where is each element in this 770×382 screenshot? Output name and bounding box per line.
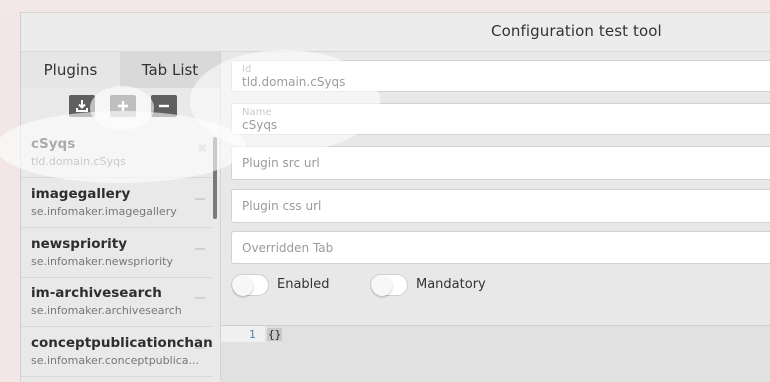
plugin-list-item[interactable]: conceptpublicationchannel se.infomaker.c… [21,327,212,377]
minus-icon[interactable] [195,347,205,349]
plus-icon [118,101,128,111]
add-plugin-button[interactable] [110,95,136,117]
plugin-id: tld.domain.cSyqs [31,155,126,168]
overridden-tab-field [231,231,770,264]
remove-plugin-button[interactable] [151,95,177,117]
minus-icon[interactable] [195,198,205,200]
line-number: 1 [249,328,256,341]
plugin-css-url-input[interactable] [232,190,770,222]
overridden-tab-input[interactable] [232,232,770,263]
plugin-list-item[interactable]: newspriority se.infomaker.newspriority [21,228,212,278]
plugin-id: se.infomaker.conceptpublica... [31,354,200,367]
plugin-name: newspriority [31,236,128,252]
id-value: tld.domain.cSyqs [242,75,346,89]
tab-tab-list[interactable]: Tab List [120,52,220,88]
plugin-name: im-archivesearch [31,285,162,301]
page-title: Configuration test tool [491,22,662,40]
json-editor[interactable]: 1 {} [221,325,770,382]
plugin-name: conceptpublicationchannel [31,335,212,351]
top-strip [0,0,770,12]
id-label: Id [242,64,252,75]
plugins-panel: Plugins Tab List cSyqs tld.domain.cSyqs … [21,52,221,381]
name-value: cSyqs [242,118,278,132]
name-label: Name [242,107,272,118]
plugin-list-item[interactable]: imagegallery se.infomaker.imagegallery [21,178,212,228]
mandatory-label: Mandatory [416,277,486,292]
enabled-toggle-track [231,274,269,296]
plugin-src-url-input[interactable] [232,147,770,179]
editor-code[interactable]: {} [267,328,283,341]
plugin-toolbar [21,88,220,128]
plugin-id: se.infomaker.archivesearch [31,304,182,317]
plugin-list: cSyqs tld.domain.cSyqs ✖ imagegallery se… [21,128,212,381]
plugin-name: imagegallery [31,186,131,202]
minus-icon[interactable] [195,248,205,250]
plugin-list-item[interactable]: im-archivesearch se.infomaker.archivesea… [21,277,212,327]
plugin-id: se.infomaker.newspriority [31,255,173,268]
tab-plugins[interactable]: Plugins [21,52,120,88]
plugin-editor-panel: Id tld.domain.cSyqs Name cSyqs Enabled M… [221,52,770,382]
editor-gutter [221,326,265,342]
header-bar: Configuration test tool [21,13,770,52]
close-icon[interactable]: ✖ [197,142,208,157]
enabled-label: Enabled [277,277,330,292]
list-scrollbar[interactable] [213,137,217,219]
minus-icon[interactable] [195,297,205,299]
mandatory-toggle[interactable]: Mandatory [370,274,500,298]
toggle-knob [372,276,392,296]
enabled-toggle[interactable]: Enabled [231,274,341,298]
name-field[interactable]: Name cSyqs [231,103,770,135]
toggle-knob [233,276,253,296]
src-url-field [231,146,770,180]
plugin-name: cSyqs [31,136,76,152]
id-field[interactable]: Id tld.domain.cSyqs [231,60,770,92]
plugin-id: se.infomaker.imagegallery [31,205,177,218]
download-button[interactable] [69,95,95,117]
css-url-field [231,189,770,223]
minus-icon [159,104,169,108]
download-icon [76,100,88,112]
plugin-list-item[interactable]: cSyqs tld.domain.cSyqs ✖ [21,128,212,178]
tab-bar: Plugins Tab List [21,52,220,88]
app-window: Configuration test tool Plugins Tab List [20,12,770,382]
mandatory-toggle-track [370,274,408,296]
